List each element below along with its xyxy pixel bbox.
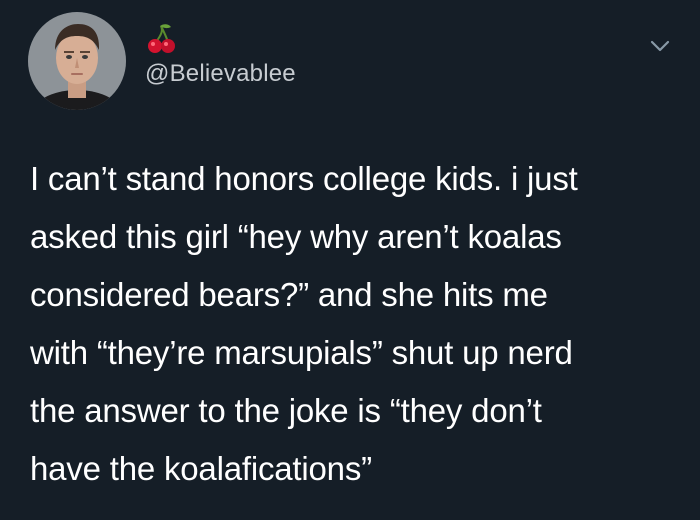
profile-photo	[28, 12, 126, 110]
tweet-text: I can’t stand honors college kids. i jus…	[30, 150, 680, 498]
chevron-down-icon[interactable]	[648, 34, 672, 58]
tweet-line: considered bears?” and she hits me	[30, 276, 548, 313]
author-handle[interactable]: @Believablee	[145, 60, 296, 88]
cherries-icon	[144, 22, 178, 56]
tweet-line: I can’t stand honors college kids. i jus…	[30, 160, 578, 197]
tweet-line: with “they’re marsupials” shut up nerd	[30, 334, 573, 371]
tweet-card: @Believablee I can’t stand honors colleg…	[0, 0, 700, 520]
tweet-line: asked this girl “hey why aren’t koalas	[30, 218, 562, 255]
tweet-line: have the koalafications”	[30, 450, 372, 487]
avatar[interactable]	[28, 12, 126, 110]
tweet-line: the answer to the joke is “they don’t	[30, 392, 542, 429]
